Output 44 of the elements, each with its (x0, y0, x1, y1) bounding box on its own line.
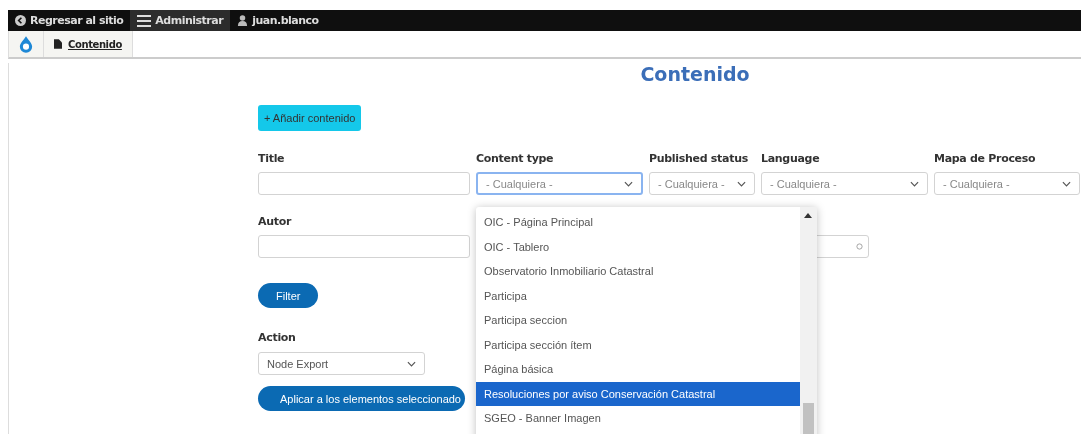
toolbar-item[interactable]: Regresar al sitio (8, 10, 131, 31)
user-icon (237, 15, 249, 26)
dropdown-option[interactable]: Resoluciones por aviso Conservación Catastral (476, 381, 800, 406)
scroll-up-icon[interactable] (804, 213, 812, 218)
scrollbar[interactable] (800, 207, 817, 434)
add-content-button[interactable]: + Añadir contenido (258, 105, 362, 131)
field-label: Content type (476, 152, 554, 165)
dropdown-option[interactable]: OIC - Tablero (476, 234, 800, 259)
dropdown-option[interactable]: SGEO - Banner Imagen (476, 406, 800, 431)
menu-icon (137, 14, 152, 27)
apply-button[interactable]: Aplicar a los elementos seleccionado (258, 386, 465, 411)
text-field[interactable] (258, 172, 470, 195)
author-field[interactable] (258, 235, 470, 258)
field-label: Language (761, 152, 820, 165)
back-icon (15, 15, 26, 26)
filter-button[interactable]: Filter (258, 283, 319, 308)
chevron-icon (407, 360, 416, 367)
dropdown-option[interactable]: Observatorio Inmobiliario Catastral (476, 259, 800, 284)
select-field[interactable]: - Cualquiera - (934, 172, 1080, 195)
field-label: Mapa de Proceso (934, 152, 1036, 165)
action-select[interactable]: Node Export (258, 352, 425, 375)
chevron-icon (624, 180, 633, 187)
dropdown-option[interactable]: Página básica (476, 357, 800, 382)
drop-logo-icon[interactable] (19, 35, 33, 53)
dropdown-option[interactable]: Participa sección ítem (476, 332, 800, 357)
select-field[interactable]: - Cualquiera - (476, 172, 643, 195)
document-icon (54, 39, 62, 49)
field-label: Title (258, 152, 285, 165)
select-field[interactable]: - Cualquiera - (649, 172, 755, 195)
dropdown-option[interactable]: Participa (476, 283, 800, 308)
field-label: Action (258, 331, 296, 344)
chevron-icon (910, 180, 919, 187)
throbber-icon (856, 243, 863, 250)
toolbar-item[interactable]: juan.blanco (230, 10, 326, 31)
toolbar-item[interactable]: Administrar (130, 10, 231, 31)
dropdown-option[interactable]: OIC - Página Principal (476, 210, 800, 235)
select-field[interactable]: - Cualquiera - (761, 172, 928, 195)
chevron-icon (1062, 180, 1071, 187)
field-label: Autor (258, 215, 292, 228)
chevron-icon (737, 180, 746, 187)
page-title: Contenido (639, 63, 751, 85)
field-label: Published status (649, 152, 748, 165)
scroll-thumb[interactable] (803, 403, 814, 434)
dropdown-option[interactable]: Participa seccion (476, 308, 800, 333)
